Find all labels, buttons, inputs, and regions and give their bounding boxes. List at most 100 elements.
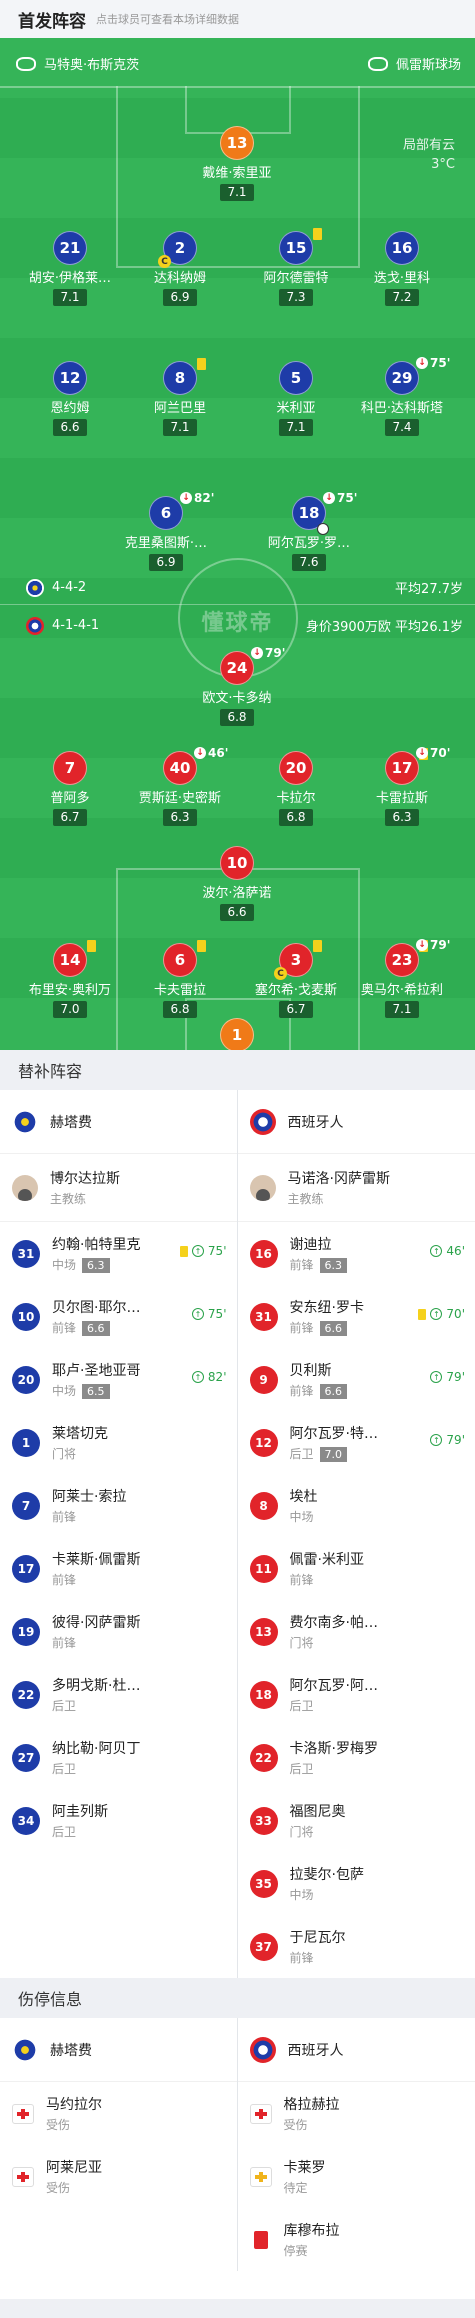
sub-out-marker: ↓ 75' [323, 491, 357, 505]
injury-row[interactable]: 格拉赫拉 受伤 [238, 2082, 475, 2145]
sub-minute: 70' [446, 1307, 465, 1321]
sub-player-row[interactable]: 31 约翰·帕特里克 中场 6.3 ↑ 75' [0, 1222, 237, 1285]
rating-value: 6.3 [170, 810, 190, 824]
rating-value: 7.1 [60, 290, 80, 304]
player-name: 阿莱士·索拉 [52, 1489, 127, 1505]
sub-player-row[interactable]: 1 莱塔切克 门将 [0, 1411, 237, 1474]
player-name: 彼得·冈萨雷斯 [52, 1615, 141, 1631]
player-position: 中场 6.3 [52, 1256, 140, 1273]
player-name: 库穆布拉 [283, 2223, 340, 2239]
sub-player-row[interactable]: 17 卡莱斯·佩雷斯 前锋 [0, 1537, 237, 1600]
player-number: 27 [12, 1743, 40, 1772]
player-name: 安东纽·罗卡 [289, 1300, 364, 1316]
coach-row[interactable]: 马诺洛·冈萨雷斯 主教练 [237, 1154, 475, 1222]
player-rating: 7.1 [220, 184, 254, 201]
sub-player-row[interactable]: 19 彼得·冈萨雷斯 前锋 [0, 1600, 237, 1663]
pitch-player[interactable]: 6 卡夫雷拉 6.8 [115, 940, 245, 1018]
sub-player-row[interactable]: 27 纳比勒·阿贝丁 后卫 [0, 1726, 237, 1789]
injury-table: 赫塔费 马约拉尔 受伤 阿莱尼亚 受伤 西班牙人 格拉赫拉 受伤 卡莱罗 待定库穆布拉停赛 [0, 2018, 475, 2299]
sub-player-row[interactable]: 22 卡洛斯·罗梅罗 后卫 [238, 1726, 475, 1789]
captain-badge: C [158, 255, 171, 268]
team-row[interactable]: 西班牙人 [237, 2018, 475, 2082]
rating-value: 6.6 [227, 905, 247, 919]
position-text: 后卫 [52, 1699, 77, 1713]
sub-player-row[interactable]: 33 福图尼奥 门将 [238, 1789, 475, 1852]
pitch-player[interactable]: 40 ↓ 46' 贾斯廷·史密斯 6.3 [115, 746, 245, 826]
sub-player-row[interactable]: 16 谢迪拉 前锋 6.3 ↑ 46' [238, 1222, 475, 1285]
player-rating: 6.3 [385, 809, 419, 826]
team-row[interactable]: 赫塔费 [0, 1090, 237, 1154]
injury-row[interactable]: 马约拉尔 受伤 [0, 2082, 237, 2145]
pitch-player[interactable]: 18 ↓ 75' 阿尔瓦罗·罗… 7.6 [244, 491, 374, 571]
position-text: 后卫 [52, 1762, 77, 1776]
position-text: 前锋 [289, 1258, 314, 1272]
sub-player-row[interactable]: 12 阿尔瓦罗·特… 后卫 7.0 ↑ 79' [238, 1411, 475, 1474]
sub-player-row[interactable]: 18 阿尔瓦罗·阿… 后卫 [238, 1663, 475, 1726]
sub-player-row[interactable]: 35 拉斐尔·包萨 中场 [238, 1852, 475, 1915]
sub-player-row[interactable]: 11 佩雷·米利亚 前锋 [238, 1537, 475, 1600]
pitch-player[interactable]: 1霍安·加西亚★8.2 [172, 1018, 302, 1050]
sub-player-row[interactable]: 9 贝利斯 前锋 6.6 ↑ 79' [238, 1348, 475, 1411]
player-number-text: 14 [59, 951, 81, 969]
player-position: 后卫 [52, 1697, 140, 1714]
sub-player-row[interactable]: 31 安东纽·罗卡 前锋 6.6 ↑ 70' [238, 1285, 475, 1348]
sub-player-row[interactable]: 8 埃杜 中场 [238, 1474, 475, 1537]
pitch-player[interactable]: 8 阿兰巴里 7.1 [115, 358, 245, 436]
position-text: 后卫 [289, 1699, 314, 1713]
player-number: 12 [53, 361, 87, 395]
pitch-player[interactable]: 13 戴维·索里亚 7.1 [172, 126, 302, 201]
sub-in-icon: ↑ [191, 1308, 204, 1320]
subs-left-col: 赫塔费 博尔达拉斯 主教练 31 约翰·帕特里克 中场 6.3 ↑ 75' 10 贝尔图·耶尔…… [0, 1090, 238, 1978]
pitch-player[interactable]: 17 ↓ 70' 卡雷拉斯 6.3 [337, 746, 467, 826]
sub-in-marker: ↑ 70' [418, 1307, 465, 1321]
pitch-player[interactable]: 24 ↓ 79' 欧文·卡多纳 6.8 [172, 646, 302, 726]
sub-player-row[interactable]: 22 多明戈斯·杜… 后卫 [0, 1663, 237, 1726]
sub-out-icon: ↓ [251, 647, 263, 659]
yellow-card-icon [87, 940, 96, 952]
player-name: 谢迪拉 [289, 1237, 332, 1253]
yellow-card-icon [197, 358, 206, 370]
injury-status: 停赛 [283, 2244, 308, 2258]
sub-player-row[interactable]: 20 耶卢·圣地亚哥 中场 6.5 ↑ 82' [0, 1348, 237, 1411]
pitch-player[interactable]: 16 迭戈·里科 7.2 [337, 231, 467, 306]
player-rating: 7.0 [53, 1001, 87, 1018]
injury-row[interactable]: 卡莱罗 待定 [238, 2145, 475, 2208]
injury-row[interactable]: 阿莱尼亚 受伤 [0, 2145, 237, 2208]
player-number: 7 [12, 1491, 40, 1520]
rating-value: 7.1 [227, 185, 247, 199]
pitch-player[interactable]: 23 ↓ 79' 奥马尔·希拉利 7.1 [337, 938, 467, 1018]
pitch-player[interactable]: 29 ↓ 75' 科巴·达科斯塔 7.4 [337, 356, 467, 436]
team-row[interactable]: 赫塔费 [0, 2018, 237, 2082]
medical-pending-icon [249, 2166, 272, 2187]
injury-row[interactable]: 库穆布拉 停赛 [238, 2208, 475, 2271]
player-number-text: 2 [174, 239, 186, 257]
coach-row[interactable]: 博尔达拉斯 主教练 [0, 1154, 237, 1222]
pitch-player[interactable]: 10 波尔·洛萨诺 6.6 [172, 846, 302, 921]
player-number-text: 16 [391, 239, 413, 257]
pitch-player[interactable]: 6 ↓ 82' 克里桑图斯·… 6.9 [101, 491, 231, 571]
player-number: 17 ↓ 70' [385, 746, 450, 785]
sub-minute: 46' [446, 1244, 465, 1258]
sub-player-row[interactable]: 37 于尼瓦尔 前锋 [238, 1915, 475, 1978]
red-card-icon [253, 2230, 268, 2249]
player-name: 贝尔图·耶尔… [52, 1300, 141, 1316]
team-row[interactable]: 西班牙人 [237, 1090, 475, 1154]
position-text: 前锋 [289, 1384, 314, 1398]
player-number-text: 18 [298, 504, 320, 522]
weather: 局部有云 3°C [402, 138, 455, 172]
player-number: 23 ↓ 79' [385, 938, 450, 977]
sub-player-row[interactable]: 7 阿莱士·索拉 前锋 [0, 1474, 237, 1537]
pitch-player[interactable]: 2 C 达科纳姆 6.9 [115, 231, 245, 306]
player-name: 贝利斯 [289, 1363, 332, 1379]
sub-out-marker: ↓ 79' [251, 646, 285, 660]
rating-value: 6.9 [170, 290, 190, 304]
sub-player-row[interactable]: 13 费尔南多·帕… 门将 [238, 1600, 475, 1663]
player-number: 35 [249, 1869, 278, 1898]
sub-player-row[interactable]: 10 贝尔图·耶尔… 前锋 6.6 ↑ 75' [0, 1285, 237, 1348]
player-rating: 7.3 [279, 289, 313, 306]
injury-status: 受伤 [46, 2118, 71, 2132]
sub-player-row[interactable]: 34 阿圭列斯 后卫 [0, 1789, 237, 1852]
player-rating: 6.8 [163, 1001, 197, 1018]
yellow-card-icon [313, 940, 322, 952]
player-rating: 7.1 [53, 289, 87, 306]
